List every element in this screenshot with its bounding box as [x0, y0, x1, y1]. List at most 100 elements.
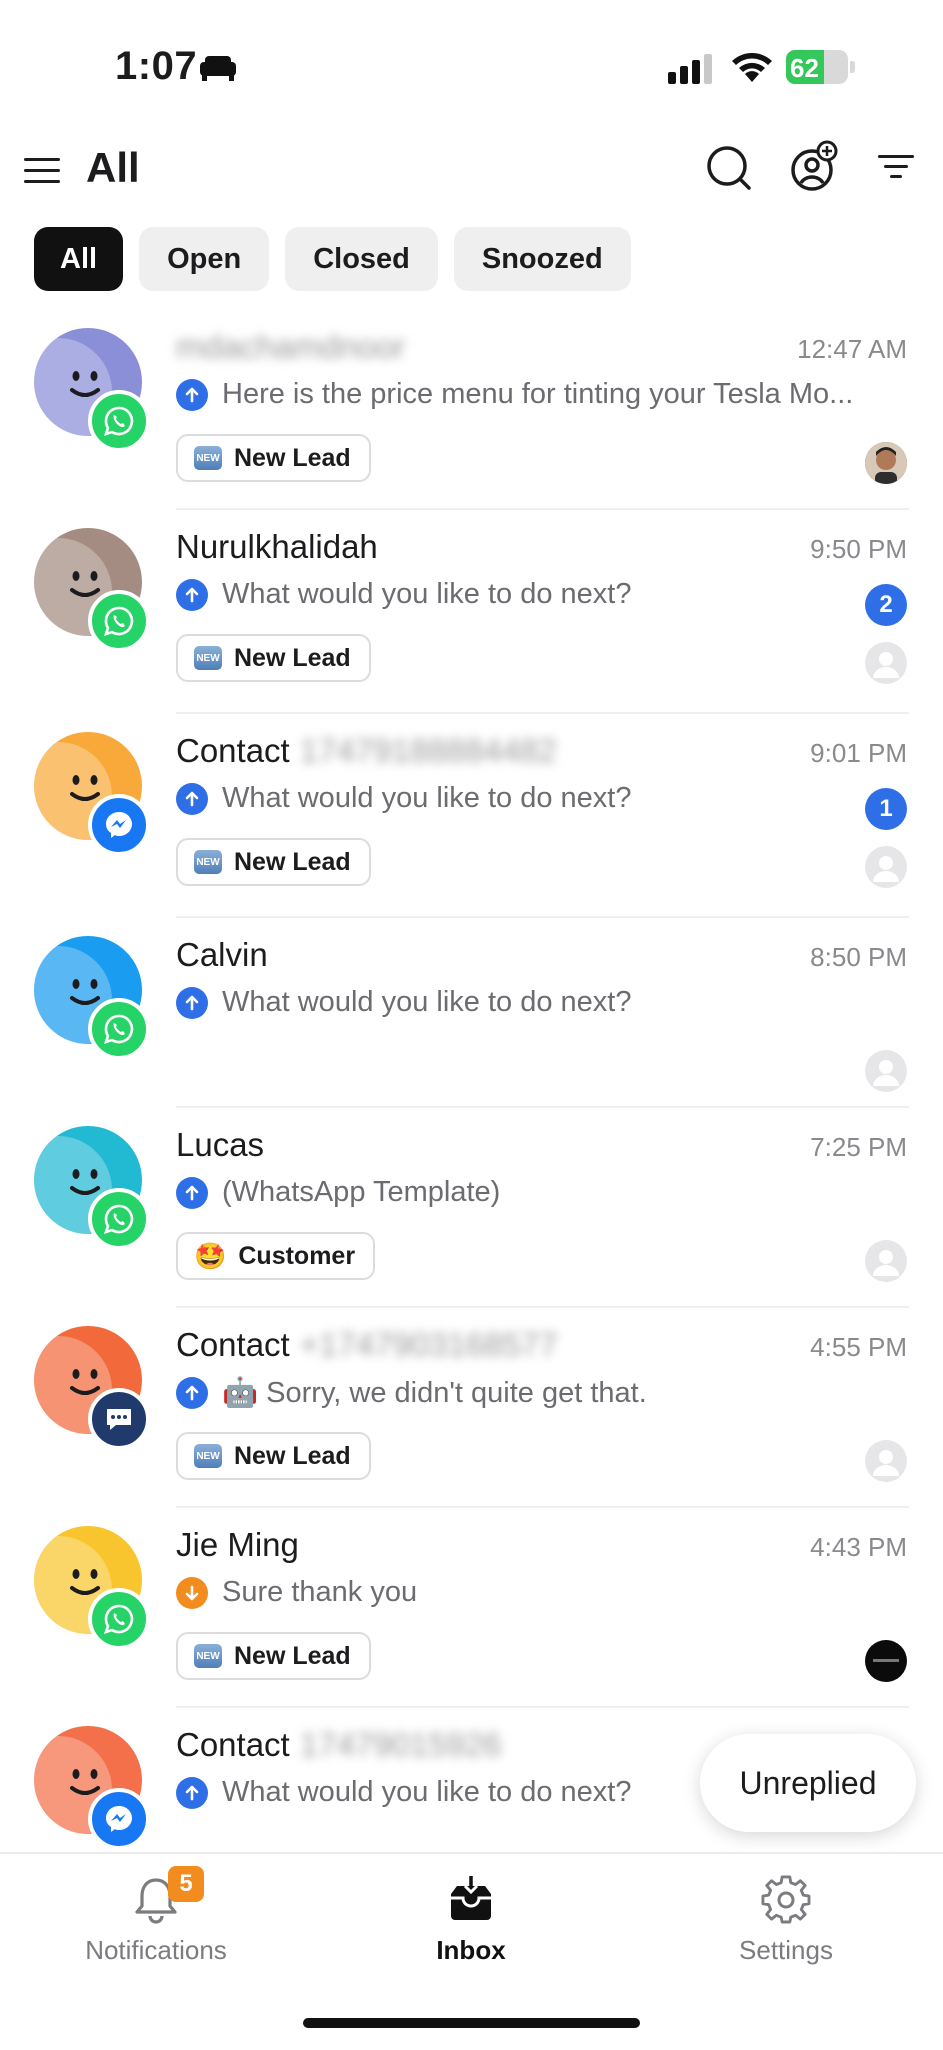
- whatsapp-icon: [88, 590, 150, 652]
- whatsapp-icon: [88, 390, 150, 452]
- page-title: All: [86, 144, 140, 191]
- contact-name-text: Calvin: [176, 936, 268, 973]
- messenger-icon: [88, 794, 150, 856]
- tab-open[interactable]: Open: [139, 227, 270, 291]
- lifecycle-tag[interactable]: NEW New Lead: [176, 1432, 371, 1480]
- message-timestamp: 7:25 PM: [810, 1132, 907, 1162]
- message-preview: What would you like to do next?: [176, 986, 906, 1019]
- message-preview: Sure thank you: [176, 1576, 906, 1609]
- contact-name-text: Jie Ming: [176, 1526, 299, 1563]
- message-preview-text: (WhatsApp Template): [222, 1176, 501, 1208]
- assignee-dark-avatar[interactable]: [865, 1640, 907, 1682]
- whatsapp-icon: [88, 1588, 150, 1650]
- unread-count-badge: 2: [865, 584, 907, 626]
- message-preview-text: What would you like to do next?: [222, 782, 632, 814]
- gear-icon: [761, 1875, 811, 1924]
- outgoing-arrow-icon: [176, 1377, 208, 1409]
- message-preview: 🤖 Sorry, we didn't quite get that.: [176, 1376, 906, 1410]
- new-emoji-icon: NEW: [194, 646, 222, 670]
- status-time: 1:07: [115, 44, 198, 88]
- message-preview-text: What would you like to do next?: [222, 578, 632, 610]
- nav-inbox[interactable]: Inbox: [371, 1874, 571, 1966]
- nav-settings[interactable]: Settings: [686, 1874, 886, 1966]
- outgoing-arrow-icon: [176, 1176, 208, 1209]
- contact-name: Contact 17479015926: [176, 1726, 502, 1764]
- message-preview: (WhatsApp Template): [176, 1176, 906, 1209]
- tab-closed[interactable]: Closed: [285, 227, 438, 291]
- whatsapp-icon: [88, 998, 150, 1060]
- unassigned-user-icon[interactable]: [865, 1240, 907, 1282]
- message-timestamp: 8:50 PM: [810, 942, 907, 972]
- star-struck-emoji-icon: 🤩: [194, 1240, 227, 1271]
- assignee-photo-avatar[interactable]: [865, 442, 907, 484]
- contact-name-text: Contact: [176, 1326, 290, 1363]
- unreplied-filter-button[interactable]: Unreplied: [700, 1734, 916, 1832]
- contact-name-redacted: mdachamdnoor: [176, 328, 406, 365]
- cellular-signal-icon: [668, 54, 712, 84]
- contact-name: Nurulkhalidah: [176, 528, 378, 566]
- message-preview-text: Here is the price menu for tinting your …: [222, 378, 854, 410]
- new-emoji-icon: NEW: [194, 446, 222, 470]
- contact-name: Contact 17479188884482: [176, 732, 557, 770]
- new-emoji-icon: NEW: [194, 1444, 222, 1468]
- conversation-row[interactable]: Jie Ming 4:43 PM Sure thank you NEW New Lead: [0, 1508, 943, 1708]
- contact-name-redacted: +1747903168577: [299, 1326, 558, 1363]
- message-timestamp: 9:01 PM: [810, 738, 907, 768]
- nav-settings-label: Settings: [739, 1935, 833, 1965]
- search-icon[interactable]: [705, 144, 753, 192]
- message-timestamp: 12:47 AM: [797, 334, 907, 364]
- unassigned-user-icon[interactable]: [865, 1440, 907, 1482]
- assign-contact-icon[interactable]: [790, 140, 838, 192]
- message-preview-text: What would you like to do next?: [222, 986, 632, 1018]
- lifecycle-tag[interactable]: NEW New Lead: [176, 838, 371, 886]
- contact-name-redacted: 17479188884482: [299, 732, 557, 769]
- lifecycle-tag-label: New Lead: [234, 1641, 351, 1670]
- conversation-row[interactable]: mdachamdnoor 12:47 AM Here is the price me…: [0, 310, 943, 510]
- conversation-row[interactable]: Nurulkhalidah 9:50 PM What would you like …: [0, 510, 943, 714]
- tab-snoozed[interactable]: Snoozed: [453, 227, 631, 291]
- contact-name-text: Lucas: [176, 1126, 265, 1163]
- conversation-row[interactable]: Lucas 7:25 PM (WhatsApp Template) 🤩 Customer: [0, 1108, 943, 1308]
- unassigned-user-icon[interactable]: [865, 846, 907, 888]
- contact-name: Jie Ming: [176, 1526, 299, 1564]
- nav-notifications[interactable]: 5 Notifications: [56, 1866, 256, 1966]
- unassigned-user-icon[interactable]: [865, 1050, 907, 1092]
- lifecycle-tag[interactable]: 🤩 Customer: [176, 1232, 376, 1280]
- message-preview-text: 🤖 Sorry, we didn't quite get that.: [222, 1377, 647, 1409]
- nav-inbox-label: Inbox: [436, 1935, 506, 1965]
- message-timestamp: 4:55 PM: [810, 1332, 907, 1362]
- conversation-row[interactable]: Calvin 8:50 PM What would you like to do n…: [0, 918, 943, 1108]
- contact-name-text: Contact: [176, 1726, 290, 1763]
- incoming-arrow-icon: [176, 1576, 208, 1609]
- unassigned-user-icon[interactable]: [865, 642, 907, 684]
- lifecycle-tag-label: New Lead: [234, 1441, 351, 1470]
- contact-name: Lucas: [176, 1126, 264, 1164]
- outgoing-arrow-icon: [176, 578, 208, 611]
- whatsapp-icon: [88, 1188, 150, 1250]
- status-filter-tabs: All Open Closed Snoozed: [34, 227, 631, 291]
- message-preview-text: What would you like to do next?: [222, 1776, 632, 1808]
- app-header: All: [0, 140, 943, 200]
- tab-all[interactable]: All: [34, 227, 124, 291]
- messenger-icon: [88, 1788, 150, 1850]
- nav-notifications-label: Notifications: [85, 1935, 227, 1965]
- conversation-row[interactable]: Contact 17479188884482 9:01 PM What would y…: [0, 714, 943, 918]
- conversation-row[interactable]: Contact +1747903168577 4:55 PM 🤖 Sorry, we …: [0, 1308, 943, 1508]
- conversation-list: mdachamdnoor 12:47 AM Here is the price me…: [0, 310, 943, 1908]
- message-preview: Here is the price menu for tinting your …: [176, 378, 906, 411]
- outgoing-arrow-icon: [176, 378, 208, 411]
- contact-name: Calvin: [176, 936, 268, 974]
- lifecycle-tag[interactable]: NEW New Lead: [176, 1632, 371, 1680]
- hamburger-menu-icon[interactable]: [24, 156, 62, 186]
- message-preview-text: Sure thank you: [222, 1576, 418, 1608]
- outgoing-arrow-icon: [176, 782, 208, 815]
- inbox-icon: [451, 1876, 491, 1920]
- notifications-badge: 5: [168, 1866, 204, 1902]
- lifecycle-tag[interactable]: NEW New Lead: [176, 434, 371, 482]
- new-emoji-icon: NEW: [194, 850, 222, 874]
- lifecycle-tag[interactable]: NEW New Lead: [176, 634, 371, 682]
- sleep-focus-icon: [200, 56, 236, 81]
- filter-icon[interactable]: [878, 154, 914, 180]
- status-bar: 1:07 62: [0, 0, 943, 130]
- wifi-icon: [732, 53, 772, 82]
